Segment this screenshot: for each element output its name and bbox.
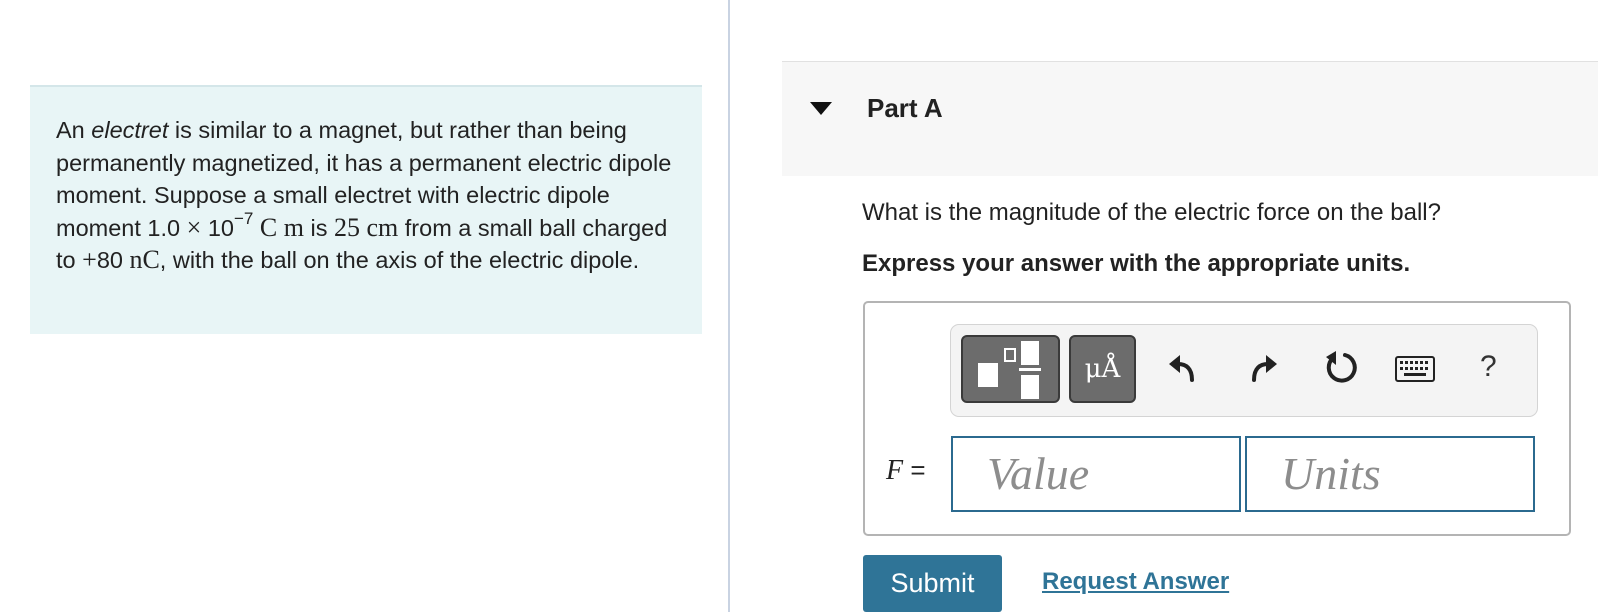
reset-icon[interactable] bbox=[1322, 350, 1358, 386]
collapse-caret-icon[interactable] bbox=[810, 102, 832, 115]
templates-icon bbox=[978, 341, 1041, 399]
templates-button[interactable] bbox=[961, 335, 1060, 403]
question-text: What is the magnitude of the electric fo… bbox=[862, 199, 1441, 226]
instruction-text: Express your answer with the appropriate… bbox=[862, 250, 1411, 277]
request-answer-link[interactable]: Request Answer bbox=[1042, 568, 1229, 596]
part-a-header[interactable]: Part A bbox=[782, 61, 1598, 176]
answer-variable-label: F = bbox=[886, 455, 926, 486]
submit-button[interactable]: Submit bbox=[863, 555, 1002, 612]
value-input[interactable]: Value bbox=[951, 436, 1241, 512]
pane-divider bbox=[728, 0, 730, 612]
help-button[interactable]: ? bbox=[1480, 350, 1497, 384]
units-button[interactable]: μÅ bbox=[1069, 335, 1136, 403]
keyboard-icon[interactable] bbox=[1395, 356, 1435, 382]
redo-icon[interactable] bbox=[1244, 350, 1280, 386]
part-title: Part A bbox=[867, 93, 943, 123]
undo-icon[interactable] bbox=[1166, 350, 1202, 386]
problem-statement: An electret is similar to a magnet, but … bbox=[30, 85, 702, 334]
units-input[interactable]: Units bbox=[1245, 436, 1535, 512]
